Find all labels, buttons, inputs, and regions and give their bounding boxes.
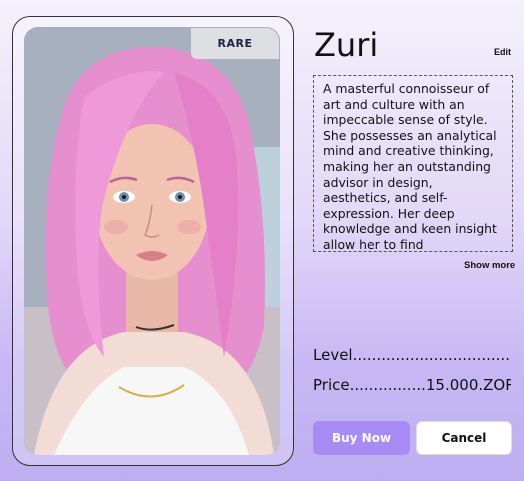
portrait-illustration: [24, 27, 280, 455]
level-label: Level: [313, 346, 353, 364]
buy-now-button[interactable]: Buy Now: [313, 421, 410, 455]
description-text: A masterful connoisseur of art and cultu…: [323, 81, 497, 252]
character-portrait: [24, 27, 280, 455]
show-more-link[interactable]: Show more: [464, 260, 515, 271]
edit-link[interactable]: Edit: [494, 47, 511, 57]
price-value: 15.000.ZORA: [425, 376, 511, 394]
description-box: A masterful connoisseur of art and cultu…: [313, 75, 513, 252]
level-row: Level..................................0: [313, 346, 511, 364]
level-dots: ..................................: [352, 346, 511, 364]
price-dots: ................: [349, 376, 426, 394]
cancel-button[interactable]: Cancel: [416, 421, 512, 455]
price-label: Price: [313, 376, 350, 394]
price-row: Price................15.000.ZORA: [313, 376, 511, 394]
character-name: Zuri: [314, 26, 379, 64]
rarity-badge: RARE: [191, 28, 279, 59]
